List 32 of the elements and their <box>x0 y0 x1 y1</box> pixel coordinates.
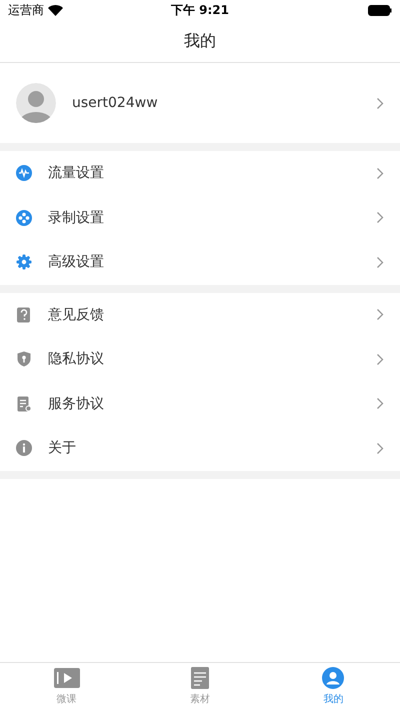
battery-icon <box>368 4 392 16</box>
carrier-name: 运营商 <box>8 2 44 18</box>
menu-item[interactable]: 流量设置 <box>48 164 376 182</box>
username[interactable]: usert024ww <box>72 95 376 111</box>
status-time: 下午 9:21 <box>170 2 230 18</box>
menu-item[interactable]: 隐私协议 <box>48 350 376 368</box>
chevron-icon <box>376 166 384 180</box>
user-icon <box>320 667 346 689</box>
menu-item[interactable]: 关于 <box>48 439 376 458</box>
reel-icon <box>16 210 32 226</box>
chevron-icon <box>376 211 384 224</box>
chevron-icon <box>376 397 384 410</box>
document-icon <box>16 396 32 412</box>
chevron-icon <box>376 308 384 322</box>
avatar-icon <box>16 83 56 123</box>
waveform-icon <box>16 165 32 182</box>
chevron-icon <box>376 352 384 366</box>
page-title: 我的 <box>184 30 216 52</box>
info-icon <box>16 440 32 456</box>
chevron-icon <box>376 96 384 110</box>
shield-icon <box>16 351 32 368</box>
video-icon <box>54 667 80 689</box>
menu-item[interactable]: 高级设置 <box>48 253 376 272</box>
question-note-icon <box>16 306 32 323</box>
menu-item[interactable]: 意见反馈 <box>48 306 376 324</box>
settings-icon <box>16 254 32 270</box>
chevron-icon <box>376 442 384 455</box>
menu-item[interactable]: 服务协议 <box>48 394 376 413</box>
chevron-icon <box>376 256 384 269</box>
wifi-icon <box>48 4 63 16</box>
tab-item[interactable]: 我的 <box>266 663 400 710</box>
menu-item[interactable]: 录制设置 <box>48 208 376 227</box>
